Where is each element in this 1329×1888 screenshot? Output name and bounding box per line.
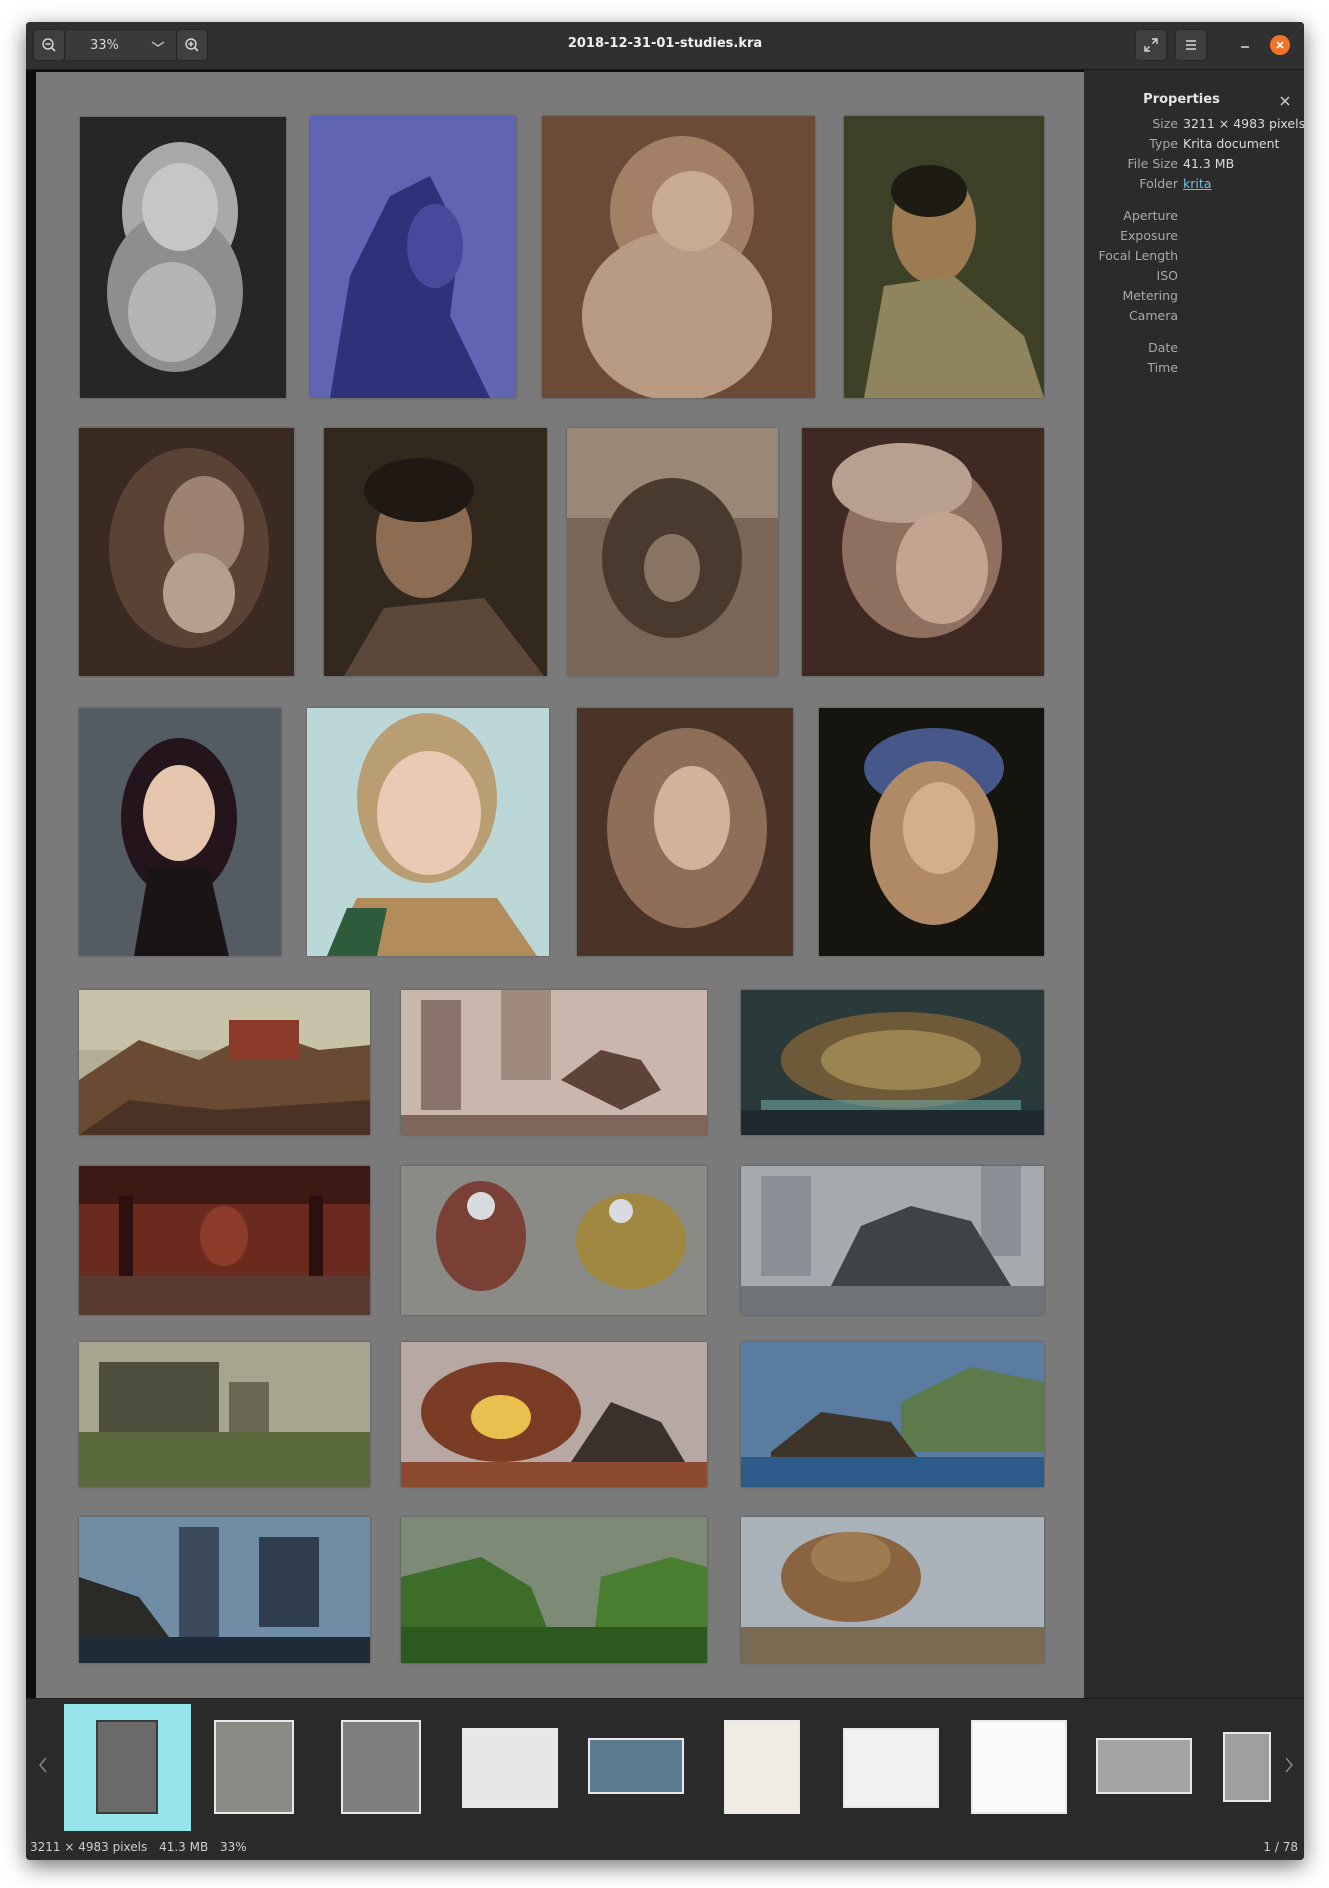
- minimize-icon: [1241, 46, 1249, 48]
- close-button[interactable]: [1270, 35, 1290, 55]
- filmstrip-thumb[interactable]: [462, 1728, 558, 1808]
- study-dwarf-sepia: [542, 116, 815, 398]
- study-green-cliffs: [401, 1517, 707, 1663]
- status-file-size: 41.3 MB: [159, 1840, 209, 1854]
- property-date: Date: [1094, 340, 1304, 358]
- status-bar: 3211 × 4983 pixels 41.3 MB 33% 1 / 78: [26, 1834, 1304, 1860]
- status-position: 1 / 78: [1263, 1840, 1298, 1854]
- thumb-image: [1223, 1732, 1271, 1802]
- filmstrip: [26, 1698, 1304, 1834]
- properties-title: Properties: [1143, 92, 1220, 107]
- thumb-image: [341, 1720, 421, 1814]
- menu-button[interactable]: [1175, 29, 1207, 61]
- header-bar: 33% 2018-12-31-01-studies.kra: [26, 22, 1304, 70]
- property-value: 41.3 MB: [1183, 156, 1235, 171]
- property-camera: Camera: [1094, 308, 1304, 326]
- thumb-image: [971, 1720, 1067, 1814]
- document-image: [36, 72, 1084, 1698]
- study-blue-hair-face: [819, 708, 1044, 956]
- chevron-left-icon[interactable]: [36, 1755, 50, 1775]
- property-value: Krita document: [1183, 136, 1280, 151]
- study-bearded-old-man: [80, 117, 286, 398]
- filmstrip-thumb[interactable]: [971, 1720, 1067, 1814]
- property-time: Time: [1094, 360, 1304, 378]
- thumb-image: [214, 1720, 294, 1814]
- study-shipwreck: [741, 1342, 1044, 1487]
- folder-link[interactable]: krita: [1183, 176, 1211, 191]
- image-canvas[interactable]: [26, 70, 1084, 1698]
- chevron-right-icon[interactable]: [1282, 1755, 1296, 1775]
- property-aperture: Aperture: [1094, 208, 1304, 226]
- property-value: 3211 × 4983 pixels: [1183, 116, 1304, 131]
- study-ruins-field: [79, 1342, 370, 1487]
- property-focal-length: Focal Length: [1094, 248, 1304, 266]
- property-label: Metering: [1122, 288, 1178, 303]
- property-folder: Folder krita: [1094, 176, 1304, 194]
- property-size: Size 3211 × 4983 pixels: [1094, 116, 1304, 134]
- property-label: Exposure: [1120, 228, 1178, 243]
- property-label: Time: [1147, 360, 1178, 375]
- image-viewer-window: 33% 2018-12-31-01-studies.kra Properties…: [26, 22, 1304, 1860]
- study-walkers-ruins: [401, 990, 707, 1135]
- property-exposure: Exposure: [1094, 228, 1304, 246]
- property-file-size: File Size 41.3 MB: [1094, 156, 1304, 174]
- study-pale-woman: [577, 708, 793, 956]
- property-metering: Metering: [1094, 288, 1304, 306]
- property-label: Date: [1148, 340, 1178, 355]
- study-temple-village: [79, 990, 370, 1135]
- thumb-image: [843, 1728, 939, 1808]
- study-dark-hair-woman: [79, 708, 281, 956]
- filmstrip-thumb[interactable]: [724, 1720, 800, 1814]
- filmstrip-thumb[interactable]: [1096, 1738, 1192, 1794]
- study-rock-village: [741, 1517, 1044, 1663]
- property-type: Type Krita document: [1094, 136, 1304, 154]
- fullscreen-icon: [1144, 38, 1158, 52]
- filmstrip-thumb[interactable]: [1223, 1732, 1271, 1802]
- filmstrip-thumb[interactable]: [64, 1704, 191, 1831]
- status-dimensions: 3211 × 4983 pixels: [30, 1840, 148, 1854]
- study-submarine-station: [741, 990, 1044, 1135]
- thumb-image: [1096, 1738, 1192, 1794]
- study-alien-structure: [401, 1342, 707, 1487]
- filmstrip-thumb[interactable]: [341, 1720, 421, 1814]
- property-label: Focal Length: [1098, 248, 1179, 263]
- thumb-image: [588, 1738, 684, 1794]
- thumb-image: [462, 1728, 558, 1808]
- fullscreen-button[interactable]: [1135, 29, 1167, 61]
- properties-panel: Properties Size 3211 × 4983 pixels Type …: [1094, 70, 1304, 1698]
- study-monk-portrait: [844, 116, 1044, 398]
- study-glasses-girl: [307, 708, 549, 956]
- study-old-woman: [802, 428, 1044, 676]
- filmstrip-thumb[interactable]: [214, 1720, 294, 1814]
- filmstrip-thumb[interactable]: [588, 1738, 684, 1794]
- property-label: Folder: [1139, 176, 1178, 191]
- property-label: Size: [1152, 116, 1178, 131]
- thumb-image: [724, 1720, 800, 1814]
- study-long-hair-man: [79, 428, 294, 676]
- study-kaiju-city: [741, 1166, 1044, 1315]
- property-label: File Size: [1127, 156, 1178, 171]
- property-label: Camera: [1128, 308, 1178, 323]
- property-label: Aperture: [1123, 208, 1178, 223]
- study-mech-creatures: [401, 1166, 707, 1315]
- status-zoom: 33%: [220, 1840, 247, 1854]
- filmstrip-thumb[interactable]: [843, 1728, 939, 1808]
- property-iso: ISO: [1094, 268, 1304, 286]
- property-label: Type: [1149, 136, 1178, 151]
- close-icon: [1276, 41, 1284, 49]
- window-title: 2018-12-31-01-studies.kra: [567, 36, 763, 51]
- thumb-image: [96, 1720, 158, 1814]
- minimize-button[interactable]: [1230, 30, 1260, 60]
- study-young-man: [324, 428, 547, 676]
- study-horned-figure: [567, 428, 778, 676]
- close-icon[interactable]: [1278, 94, 1292, 108]
- property-label: ISO: [1156, 268, 1178, 283]
- menu-icon: [1186, 40, 1196, 50]
- study-blue-city: [79, 1517, 370, 1663]
- study-red-hall: [79, 1166, 370, 1315]
- study-elf-blue: [310, 116, 516, 398]
